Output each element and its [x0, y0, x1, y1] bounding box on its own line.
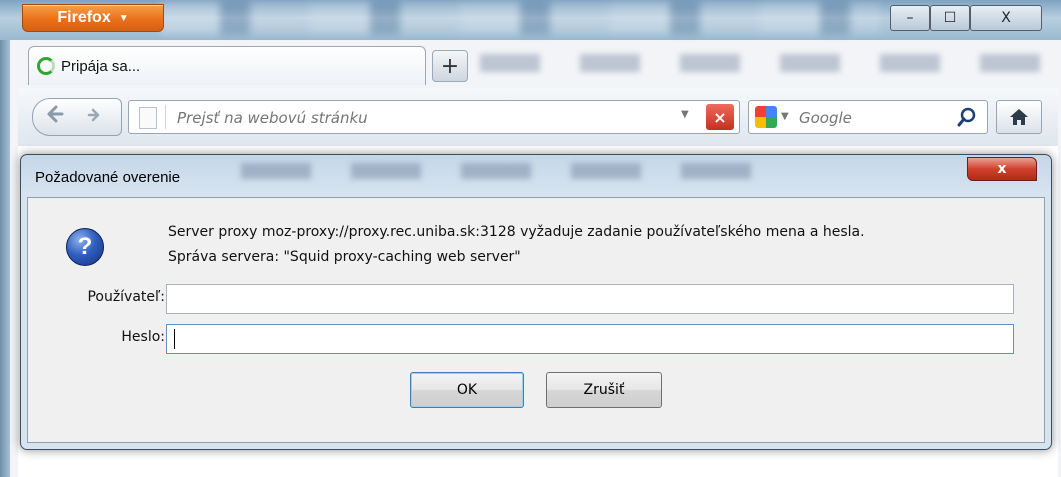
- window-titlebar: Firefox ▼ – ☐ X: [0, 0, 1061, 40]
- stop-button[interactable]: ×: [706, 104, 734, 130]
- search-icon[interactable]: [955, 105, 979, 129]
- cancel-button[interactable]: Zrušiť: [546, 372, 662, 408]
- text-cursor: [174, 329, 175, 349]
- tab-bar: Pripája sa... +: [0, 40, 1061, 88]
- tab-label: Pripája sa...: [61, 57, 141, 75]
- forward-arrow-icon[interactable]: [77, 107, 113, 127]
- page-icon: [139, 107, 157, 129]
- search-input[interactable]: [797, 105, 951, 131]
- maximize-button[interactable]: ☐: [930, 5, 970, 31]
- search-bar[interactable]: ▼: [748, 100, 988, 134]
- window-left-frame: [0, 40, 10, 477]
- google-engine-icon[interactable]: [755, 106, 777, 128]
- username-label: Používateľ:: [87, 289, 165, 305]
- password-label: Heslo:: [121, 329, 165, 345]
- server-message: Správa servera: "Squid proxy-caching web…: [168, 249, 521, 265]
- titlebar-blurred-background: [160, 2, 880, 34]
- url-input[interactable]: [175, 105, 659, 131]
- dialog-body: ? Server proxy moz-proxy://proxy.rec.uni…: [27, 197, 1045, 443]
- firefox-menu-label: Firefox: [57, 9, 111, 26]
- password-field[interactable]: [166, 324, 1014, 354]
- url-dropdown-icon[interactable]: ▼: [681, 109, 689, 120]
- new-tab-button[interactable]: +: [432, 50, 468, 82]
- back-forward-group: [32, 98, 122, 136]
- search-engine-dropdown-icon[interactable]: ▼: [781, 111, 789, 122]
- tab-connecting[interactable]: Pripája sa...: [28, 46, 426, 85]
- navigation-toolbar: ▼ × ▼: [18, 88, 1058, 146]
- chevron-down-icon: ▼: [118, 12, 129, 24]
- loading-spinner-icon: [37, 57, 55, 75]
- dialog-title: Požadované overenie: [35, 169, 181, 186]
- dialog-close-button[interactable]: x: [967, 157, 1037, 181]
- username-field[interactable]: [166, 284, 1014, 314]
- question-icon: ?: [66, 228, 104, 266]
- home-icon: [1010, 109, 1028, 125]
- minimize-button[interactable]: –: [890, 5, 930, 31]
- window-close-button[interactable]: X: [970, 5, 1042, 31]
- home-button[interactable]: [996, 100, 1042, 134]
- firefox-menu-button[interactable]: Firefox ▼: [22, 4, 164, 32]
- back-arrow-icon[interactable]: [33, 103, 77, 131]
- dialog-titlebar-blurred-background: [241, 163, 761, 179]
- address-bar-separator: [165, 105, 166, 129]
- address-bar[interactable]: ▼ ×: [128, 100, 740, 134]
- bookmarks-blurred-background: [480, 54, 1040, 72]
- proxy-message: Server proxy moz-proxy://proxy.rec.uniba…: [168, 224, 865, 240]
- authentication-dialog: Požadované overenie x ? Server proxy moz…: [20, 154, 1052, 450]
- ok-button[interactable]: OK: [410, 372, 524, 408]
